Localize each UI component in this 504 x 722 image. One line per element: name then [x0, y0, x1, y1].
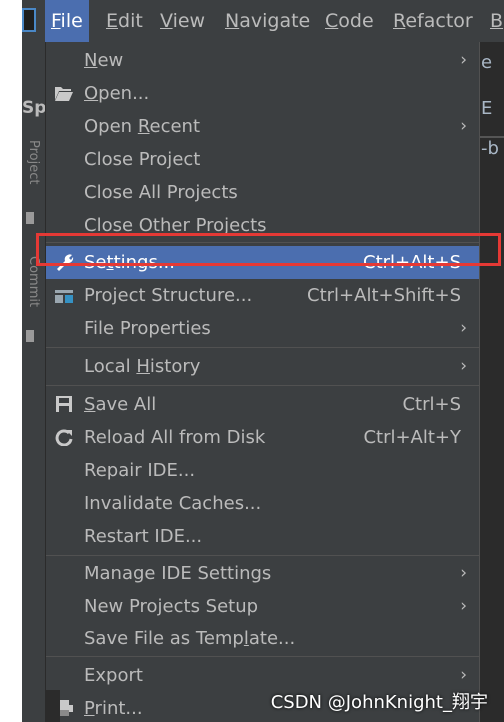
print-strip — [46, 690, 60, 722]
menu-item-repair-ide[interactable]: Repair IDE... — [46, 454, 479, 487]
menu-item-save-all[interactable]: Save All Ctrl+S — [46, 388, 479, 421]
submenu-arrow-icon: › — [460, 563, 467, 583]
app-logo-icon — [22, 8, 36, 32]
menu-item-close-all-projects[interactable]: Close All Projects — [46, 176, 479, 209]
menu-item-open-recent[interactable]: Open Recent › — [46, 110, 479, 143]
menu-view[interactable]: View — [160, 0, 205, 42]
project-tab-icon — [26, 212, 34, 224]
menu-file[interactable]: File — [45, 0, 89, 42]
menu-edit[interactable]: Edit — [106, 0, 143, 42]
tool-tab-project[interactable]: Project — [26, 140, 41, 184]
menu-separator — [46, 656, 479, 657]
menu-build[interactable]: B — [490, 0, 503, 42]
menu-item-save-file-as-template[interactable]: Save File as Template... — [46, 622, 479, 655]
menu-item-reload-all[interactable]: Reload All from Disk Ctrl+Alt+Y — [46, 421, 479, 454]
menu-separator — [46, 385, 479, 386]
menu-item-local-history[interactable]: Local History › — [46, 350, 479, 383]
menu-item-project-structure[interactable]: Project Structure... Ctrl+Alt+Shift+S — [46, 279, 479, 312]
menu-item-invalidate-caches[interactable]: Invalidate Caches... — [46, 487, 479, 520]
menu-bar: File Edit View Navigate Code Refactor B — [22, 0, 504, 42]
reload-icon — [55, 429, 73, 446]
menu-item-restart-ide[interactable]: Restart IDE... — [46, 520, 479, 553]
submenu-arrow-icon: › — [460, 50, 467, 70]
editor-peek-text: Ε — [481, 98, 493, 119]
project-structure-icon — [55, 290, 73, 303]
menu-navigate[interactable]: Navigate — [225, 0, 310, 42]
shortcut-label: Ctrl+S — [402, 394, 461, 415]
folder-open-icon — [55, 87, 73, 101]
tool-window-strip: Spı Project Commit — [22, 42, 52, 722]
menu-item-file-properties[interactable]: File Properties › — [46, 312, 479, 345]
menu-item-new-projects-setup[interactable]: New Projects Setup › — [46, 590, 479, 623]
menu-separator — [46, 555, 479, 556]
editor-peek-text: e — [481, 52, 493, 73]
editor-peek: e Ε -b — [478, 42, 504, 722]
watermark: CSDN @JohnKnight_翔宇 — [270, 692, 488, 713]
submenu-arrow-icon: › — [460, 356, 467, 376]
submenu-arrow-icon: › — [460, 318, 467, 338]
menu-item-manage-ide-settings[interactable]: Manage IDE Settings › — [46, 557, 479, 590]
menu-separator — [46, 347, 479, 348]
annotation-highlight-box — [36, 233, 501, 266]
menu-code[interactable]: Code — [325, 0, 374, 42]
editor-peek-text: -b — [481, 138, 499, 159]
shortcut-label: Ctrl+Alt+Y — [363, 427, 461, 448]
commit-tab-icon — [26, 330, 34, 342]
submenu-arrow-icon: › — [460, 116, 467, 136]
menu-item-new[interactable]: New › — [46, 44, 479, 77]
save-icon — [56, 396, 72, 412]
file-menu-dropdown: New › Open... Open Recent › Close Projec… — [45, 42, 480, 722]
ide-window: File Edit View Navigate Code Refactor B … — [22, 0, 504, 722]
shortcut-label: Ctrl+Alt+Shift+S — [307, 285, 461, 306]
submenu-arrow-icon: › — [460, 596, 467, 616]
menu-item-open[interactable]: Open... — [46, 77, 479, 110]
menu-refactor[interactable]: Refactor — [393, 0, 473, 42]
menu-item-close-project[interactable]: Close Project — [46, 143, 479, 176]
